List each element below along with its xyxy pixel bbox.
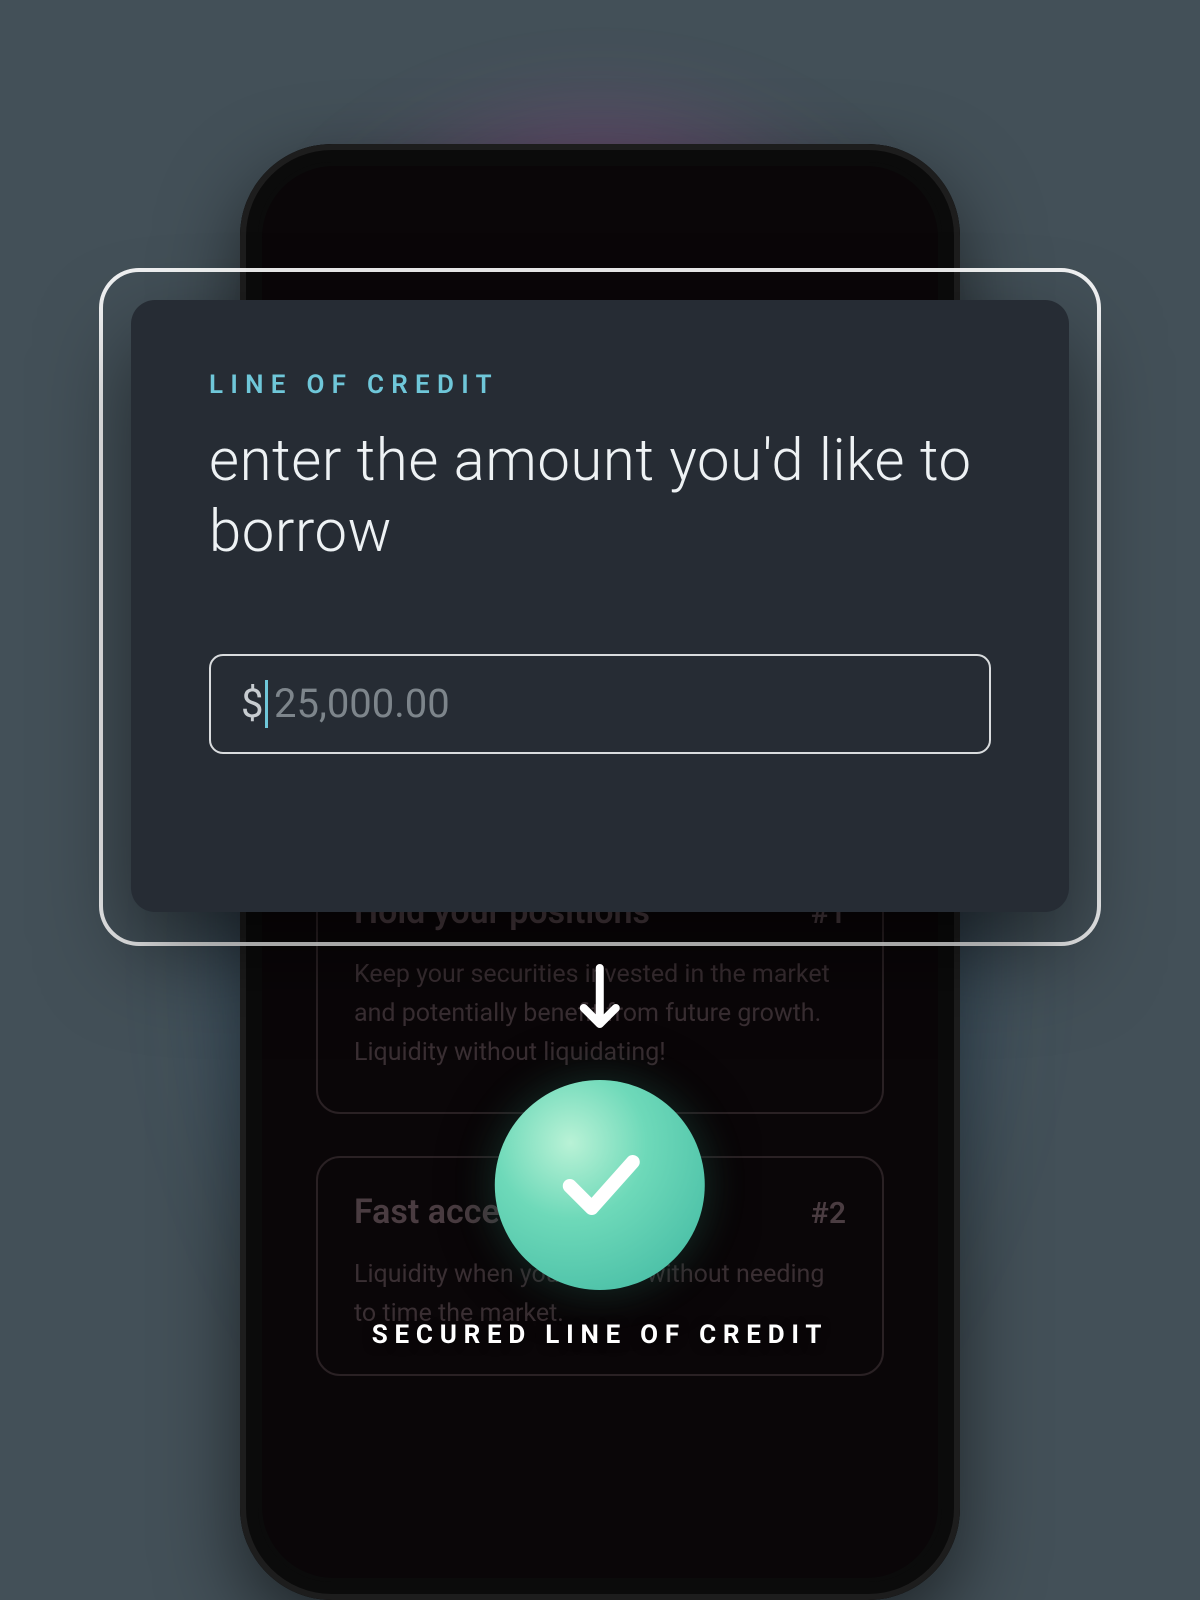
confirmation-label: SECURED LINE OF CREDIT <box>372 1320 828 1350</box>
checkmark-icon <box>545 1128 655 1242</box>
borrow-amount-input[interactable]: $ 25,000.00 <box>209 654 991 754</box>
borrow-amount-modal: LINE OF CREDIT enter the amount you'd li… <box>131 300 1069 912</box>
success-check-badge <box>495 1080 705 1290</box>
amount-placeholder: 25,000.00 <box>274 680 450 727</box>
arrow-down-icon <box>574 962 626 1038</box>
text-caret <box>265 680 268 728</box>
currency-symbol: $ <box>241 680 263 727</box>
confirmation-flow: SECURED LINE OF CREDIT <box>372 962 828 1350</box>
modal-headline: enter the amount you'd like to borrow <box>209 426 991 568</box>
modal-eyebrow: LINE OF CREDIT <box>209 370 991 400</box>
